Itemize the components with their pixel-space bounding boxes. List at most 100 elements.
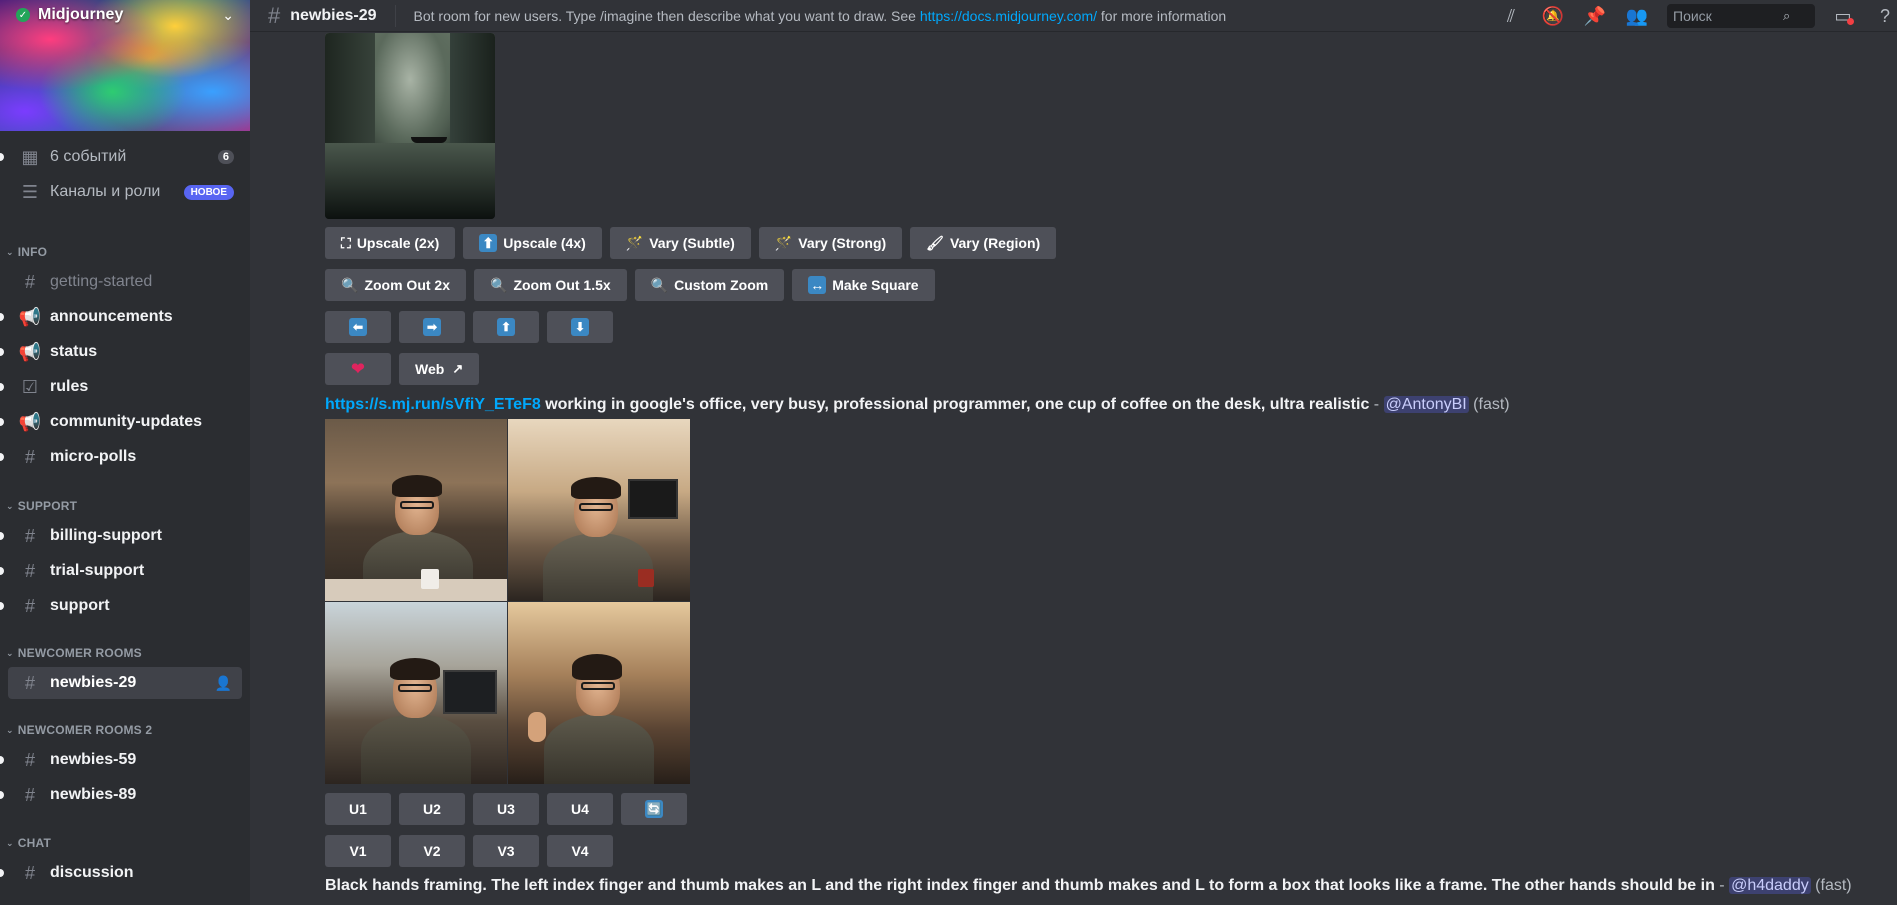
sidebar-item-newbies-59[interactable]: # newbies-59 (0, 744, 242, 776)
v2-button[interactable]: V2 (399, 835, 465, 867)
sidebar-item-billing-support[interactable]: # billing-support (0, 520, 242, 552)
channel-title: newbies-29 (290, 6, 377, 24)
category-newcomer-rooms-2[interactable]: ⌄ NEWCOMER ROOMS 2 (6, 723, 152, 737)
user-mention[interactable]: @h4daddy (1729, 877, 1811, 894)
add-member-icon[interactable]: 👤 (215, 675, 232, 692)
notifications-muted-icon[interactable]: 🔕 (1541, 6, 1565, 27)
image-grid[interactable] (325, 419, 690, 784)
chevron-down-icon: ⌄ (6, 500, 14, 511)
pin-icon[interactable]: 📌 (1583, 6, 1607, 27)
reroll-button[interactable]: 🔄 (621, 793, 687, 825)
sidebar-item-newbies-89[interactable]: # newbies-89 (0, 779, 242, 811)
header-toolbar: ⫽ 🔕 📌 👥 ⌕ ▭ ? (1499, 0, 1897, 32)
sidebar-item-label: 6 событий (50, 148, 127, 165)
button-label: Vary (Strong) (798, 235, 887, 251)
vary-subtle-button[interactable]: 🪄 Vary (Subtle) (609, 227, 751, 259)
favorite-button[interactable]: ❤ (325, 353, 391, 385)
image-detail (400, 501, 434, 509)
v4-button[interactable]: V4 (547, 835, 613, 867)
header-divider (394, 4, 396, 27)
category-support[interactable]: ⌄ SUPPORT (6, 499, 77, 513)
pan-up-button[interactable]: ⬆ (473, 311, 539, 343)
action-row-upscale-vary: ⛶ Upscale (2x) ⬆ Upscale (4x) 🪄 Vary (Subtl… (325, 227, 1064, 259)
search-box[interactable]: ⌕ (1667, 4, 1815, 28)
sidebar-item-discussion[interactable]: # discussion (0, 857, 242, 889)
user-mention[interactable]: @AntonyBI (1383, 396, 1469, 413)
sidebar-item-support[interactable]: # support (0, 590, 242, 622)
v3-button[interactable]: V3 (473, 835, 539, 867)
u1-button[interactable]: U1 (325, 793, 391, 825)
u3-button[interactable]: U3 (473, 793, 539, 825)
chevron-down-icon: ⌄ (6, 837, 14, 848)
zoom-out-2x-button[interactable]: 🔍 Zoom Out 2x (325, 269, 466, 301)
channel-label: community-updates (50, 413, 203, 430)
channel-header: # newbies-29 Bot room for new users. Typ… (250, 0, 1897, 32)
vary-strong-button[interactable]: 🪄 Vary (Strong) (758, 227, 903, 259)
image-detail (421, 569, 439, 589)
pan-left-button[interactable]: ⬅ (325, 311, 391, 343)
image-detail (443, 670, 497, 714)
image-prompt-link[interactable]: https://s.mj.run/sVfiY_ETeF8 (325, 396, 541, 413)
threads-icon[interactable]: ⫽ (1499, 6, 1523, 27)
channel-topic: Bot room for new users. Type /imagine th… (414, 8, 1227, 24)
sidebar-item-status[interactable]: 📢 status (0, 336, 242, 368)
chevron-down-icon: ⌄ (6, 647, 14, 658)
chevron-down-icon: ⌄ (6, 724, 14, 735)
sidebar-item-rules[interactable]: ☑ rules (0, 371, 242, 403)
custom-zoom-button[interactable]: 🔍 Custom Zoom (634, 269, 785, 301)
sidebar-item-community-updates[interactable]: 📢 community-updates (0, 406, 242, 438)
sidebar-item-trial-support[interactable]: # trial-support (0, 555, 242, 587)
sidebar-item-newbies-29[interactable]: # newbies-29 👤 (8, 667, 242, 699)
external-link-icon: ↗ (452, 361, 464, 376)
unread-indicator (0, 383, 4, 391)
button-label: Vary (Subtle) (649, 235, 735, 251)
expand-icon: ⛶ (341, 234, 351, 251)
category-chat[interactable]: ⌄ CHAT (6, 836, 51, 850)
channel-label: announcements (50, 308, 173, 325)
image-detail (628, 479, 678, 519)
inbox-icon[interactable]: ▭ (1831, 6, 1855, 27)
docs-link[interactable]: https://docs.midjourney.com/ (920, 8, 1097, 24)
server-header[interactable]: ✓ Midjourney ⌄ (0, 0, 250, 30)
pan-down-button[interactable]: ⬇ (547, 311, 613, 343)
channel-label: trial-support (50, 562, 145, 579)
image-detail (638, 569, 654, 587)
unread-indicator (0, 453, 4, 461)
image-detail (392, 475, 442, 497)
image-detail (581, 682, 615, 690)
u4-button[interactable]: U4 (547, 793, 613, 825)
image-detail (390, 658, 440, 680)
sidebar-item-announcements[interactable]: 📢 announcements (0, 301, 242, 333)
upscale-4x-button[interactable]: ⬆ Upscale (4x) (463, 227, 602, 259)
upscaled-image[interactable] (325, 33, 495, 219)
unread-indicator (0, 313, 4, 321)
unread-indicator (0, 532, 4, 540)
pan-right-button[interactable]: ➡ (399, 311, 465, 343)
vary-region-button[interactable]: 🖌 Vary (Region) (910, 227, 1057, 259)
unread-indicator (0, 791, 4, 799)
search-input[interactable] (1673, 8, 1783, 24)
unread-indicator (0, 602, 4, 610)
rules-checkbox-icon: ☑ (21, 376, 39, 397)
v1-button[interactable]: V1 (325, 835, 391, 867)
zoom-out-1-5x-button[interactable]: 🔍 Zoom Out 1.5x (474, 269, 627, 301)
category-newcomer-rooms[interactable]: ⌄ NEWCOMER ROOMS (6, 646, 142, 660)
image-detail (572, 654, 622, 680)
category-info[interactable]: ⌄ INFO (6, 245, 47, 259)
sidebar-item-getting-started[interactable]: # getting-started (8, 266, 242, 298)
prompt-text: working in google's office, very busy, p… (540, 396, 1370, 413)
sidebar-item-micro-polls[interactable]: # micro-polls (0, 441, 242, 473)
chevron-down-icon[interactable]: ⌄ (222, 7, 234, 24)
unread-indicator (0, 153, 4, 161)
member-list-icon[interactable]: 👥 (1625, 6, 1649, 27)
image-detail (325, 33, 375, 153)
web-link-button[interactable]: Web ↗ (399, 353, 480, 385)
action-row-variation-select: V1 V2 V3 V4 (325, 835, 621, 867)
help-icon[interactable]: ? (1873, 6, 1897, 27)
make-square-button[interactable]: ↔ Make Square (792, 269, 935, 301)
sidebar-item-events[interactable]: ▦ 6 событий 6 (0, 141, 242, 173)
hash-icon: # (268, 2, 281, 28)
u2-button[interactable]: U2 (399, 793, 465, 825)
upscale-2x-button[interactable]: ⛶ Upscale (2x) (325, 227, 456, 259)
sidebar-item-channels-roles[interactable]: ☰ Каналы и роли НОВОЕ (8, 176, 242, 208)
